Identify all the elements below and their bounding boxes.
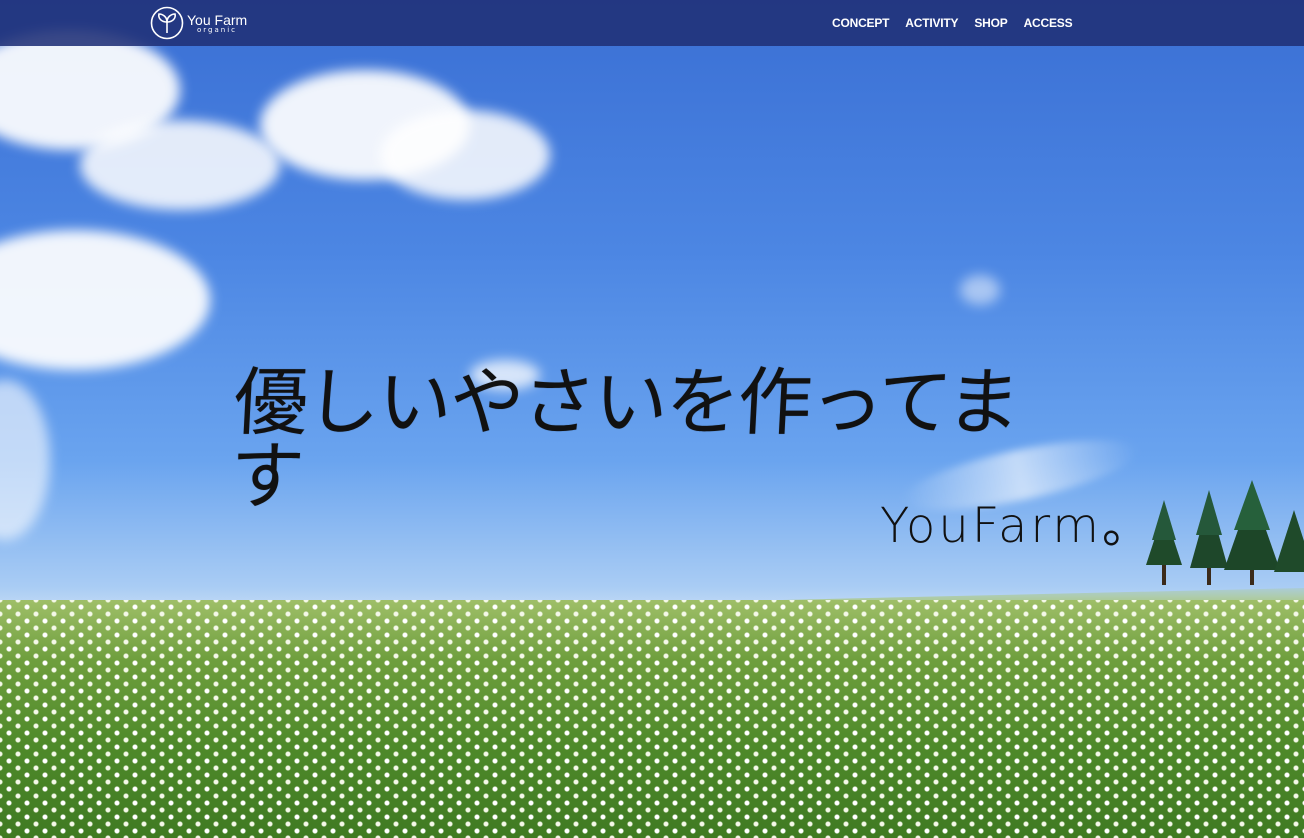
site-logo[interactable]: You Farm organic [150, 5, 260, 41]
cloud-decoration [0, 380, 50, 540]
cloud-decoration [80, 120, 280, 210]
nav-concept[interactable]: CONCEPT [832, 16, 889, 30]
nav-shop[interactable]: SHOP [974, 16, 1007, 30]
logo-name: You Farm [187, 11, 248, 28]
logo-subtitle: organic [197, 25, 238, 34]
site-header: You Farm organic CONCEPT ACTIVITY SHOP A… [0, 0, 1304, 46]
hero-tagline: 優しいやさいを作ってます [227, 360, 1021, 520]
flower-field [0, 600, 1304, 838]
main-nav: CONCEPT ACTIVITY SHOP ACCESS [832, 16, 1073, 30]
cloud-decoration [0, 230, 210, 370]
hero-section: 優しいやさいを作ってます YouFarm。 [0, 0, 1304, 838]
cloud-decoration [960, 275, 1000, 305]
hero-signature: YouFarm。 [880, 498, 1154, 554]
sprout-logo-icon [150, 6, 184, 40]
nav-access[interactable]: ACCESS [1024, 16, 1073, 30]
cloud-decoration [380, 110, 550, 200]
nav-activity[interactable]: ACTIVITY [905, 16, 958, 30]
